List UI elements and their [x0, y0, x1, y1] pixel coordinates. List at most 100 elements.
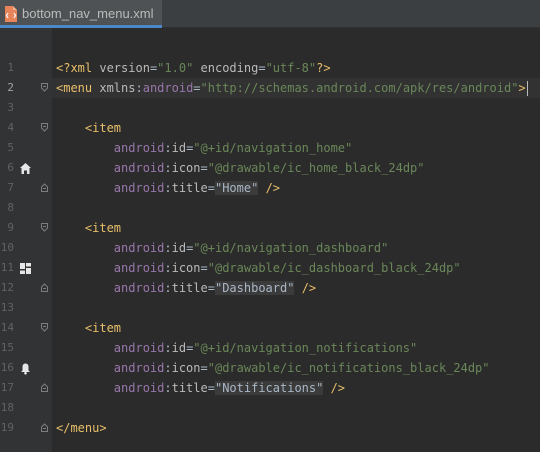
- code-token: android: [113, 281, 165, 295]
- code-token: xmlns: [99, 81, 136, 95]
- line-number: 6: [7, 161, 14, 174]
- line-number: 14: [0, 321, 14, 334]
- line-number: 13: [0, 301, 14, 314]
- code-token: icon: [171, 261, 201, 275]
- code-token: "Home": [214, 181, 259, 195]
- code-line[interactable]: 7 android:title="Home" />: [0, 178, 540, 198]
- line-number: 15: [0, 341, 14, 354]
- code-line[interactable]: 10 android:id="@+id/navigation_dashboard…: [0, 238, 540, 258]
- code-line[interactable]: 13: [0, 298, 540, 318]
- code-line[interactable]: 4 <item: [0, 118, 540, 138]
- line-number: 7: [7, 181, 14, 194]
- code-token: title: [171, 181, 208, 195]
- code-line[interactable]: 18: [0, 398, 540, 418]
- code-line[interactable]: 1 <?xml version="1.0" encoding="utf-8"?>: [0, 58, 540, 78]
- code-editor[interactable]: 1 <?xml version="1.0" encoding="utf-8"?> 2…: [0, 28, 540, 452]
- code-token: "Dashboard": [214, 281, 295, 295]
- code-token: android: [113, 361, 165, 375]
- code-token: "utf-8": [265, 61, 317, 75]
- code-text: android:id="@+id/navigation_home": [56, 138, 352, 158]
- file-tab[interactable]: bottom_nav_menu.xml: [0, 0, 162, 28]
- bell-icon[interactable]: [19, 362, 32, 375]
- text-caret: [526, 81, 528, 96]
- code-line[interactable]: 3: [0, 98, 540, 118]
- code-text: android:icon="@drawable/ic_home_black_24…: [56, 158, 425, 178]
- code-text: </menu>: [56, 418, 107, 438]
- code-token: >: [518, 81, 526, 95]
- editor-tab-bar: bottom_nav_menu.xml: [0, 0, 540, 28]
- code-token: title: [171, 281, 208, 295]
- fold-close-icon[interactable]: [41, 383, 48, 392]
- fold-open-icon[interactable]: [41, 323, 48, 332]
- code-line[interactable]: 9 <item: [0, 218, 540, 238]
- dashboard-icon[interactable]: [19, 262, 32, 275]
- code-text: android:title="Notifications" />: [56, 378, 345, 398]
- code-token: "Notifications": [214, 381, 324, 395]
- code-line[interactable]: 8: [0, 198, 540, 218]
- code-token: icon: [171, 161, 201, 175]
- code-text: android:id="@+id/navigation_dashboard": [56, 238, 389, 258]
- code-line[interactable]: 5 android:id="@+id/navigation_home": [0, 138, 540, 158]
- code-token: :: [164, 361, 172, 375]
- code-text: android:icon="@drawable/ic_notifications…: [56, 358, 490, 378]
- code-token: android: [113, 261, 165, 275]
- code-token: =: [200, 261, 208, 275]
- code-token: version: [99, 61, 150, 75]
- code-text: android:icon="@drawable/ic_dashboard_bla…: [56, 258, 461, 278]
- line-number: 11: [0, 261, 14, 274]
- code-line[interactable]: 15 android:id="@+id/navigation_notificat…: [0, 338, 540, 358]
- code-token: id: [171, 141, 187, 155]
- fold-close-icon[interactable]: [41, 183, 48, 192]
- code-line[interactable]: 14 <item: [0, 318, 540, 338]
- xml-file-icon: [5, 6, 17, 22]
- code-line[interactable]: 11 android:icon="@drawable/ic_dashboard_…: [0, 258, 540, 278]
- code-token: =: [207, 181, 215, 195]
- code-token: :: [164, 341, 172, 355]
- code-token: =: [200, 161, 208, 175]
- line-number: 4: [7, 121, 14, 134]
- code-text: android:id="@+id/navigation_notification…: [56, 338, 417, 358]
- code-text: android:title="Dashboard" />: [56, 278, 316, 298]
- code-token: />: [301, 281, 317, 295]
- code-text: android:title="Home" />: [56, 178, 280, 198]
- code-line[interactable]: 19 </menu>: [0, 418, 540, 438]
- code-token: "@+id/navigation_dashboard": [193, 241, 389, 255]
- file-tab-label: bottom_nav_menu.xml: [22, 6, 154, 21]
- fold-open-icon[interactable]: [41, 83, 48, 92]
- code-token: :: [164, 141, 172, 155]
- code-token: "@drawable/ic_home_black_24dp": [207, 161, 425, 175]
- line-number: 5: [7, 141, 14, 154]
- fold-open-icon[interactable]: [41, 223, 48, 232]
- code-line[interactable]: 12 android:title="Dashboard" />: [0, 278, 540, 298]
- code-token: :: [164, 381, 172, 395]
- code-token: <item: [84, 321, 122, 335]
- code-token: <menu: [56, 81, 100, 95]
- code-line[interactable]: 2 <menu xmlns:android="http://schemas.and…: [0, 78, 540, 98]
- code-line[interactable]: 17 android:title="Notifications" />: [0, 378, 540, 398]
- code-token: android: [113, 341, 165, 355]
- fold-open-icon[interactable]: [41, 123, 48, 132]
- code-line[interactable]: 16 android:icon="@drawable/ic_notificati…: [0, 358, 540, 378]
- fold-close-icon[interactable]: [41, 283, 48, 292]
- line-number: 2: [7, 81, 14, 94]
- code-line[interactable]: 6 android:icon="@drawable/ic_home_black_…: [0, 158, 540, 178]
- code-token: "@+id/navigation_notifications": [193, 341, 418, 355]
- code-text: <menu xmlns:android="http://schemas.andr…: [56, 78, 528, 98]
- code-token: title: [171, 381, 208, 395]
- code-text: <item: [56, 318, 121, 338]
- code-token: :: [164, 241, 172, 255]
- home-icon[interactable]: [19, 162, 32, 175]
- code-token: </menu>: [56, 421, 107, 435]
- ide-window: bottom_nav_menu.xml 1 <?xml version = "1.0"…: [0, 0, 540, 452]
- code-token: id: [171, 341, 187, 355]
- code-token: id: [171, 241, 187, 255]
- fold-close-icon[interactable]: [41, 423, 48, 432]
